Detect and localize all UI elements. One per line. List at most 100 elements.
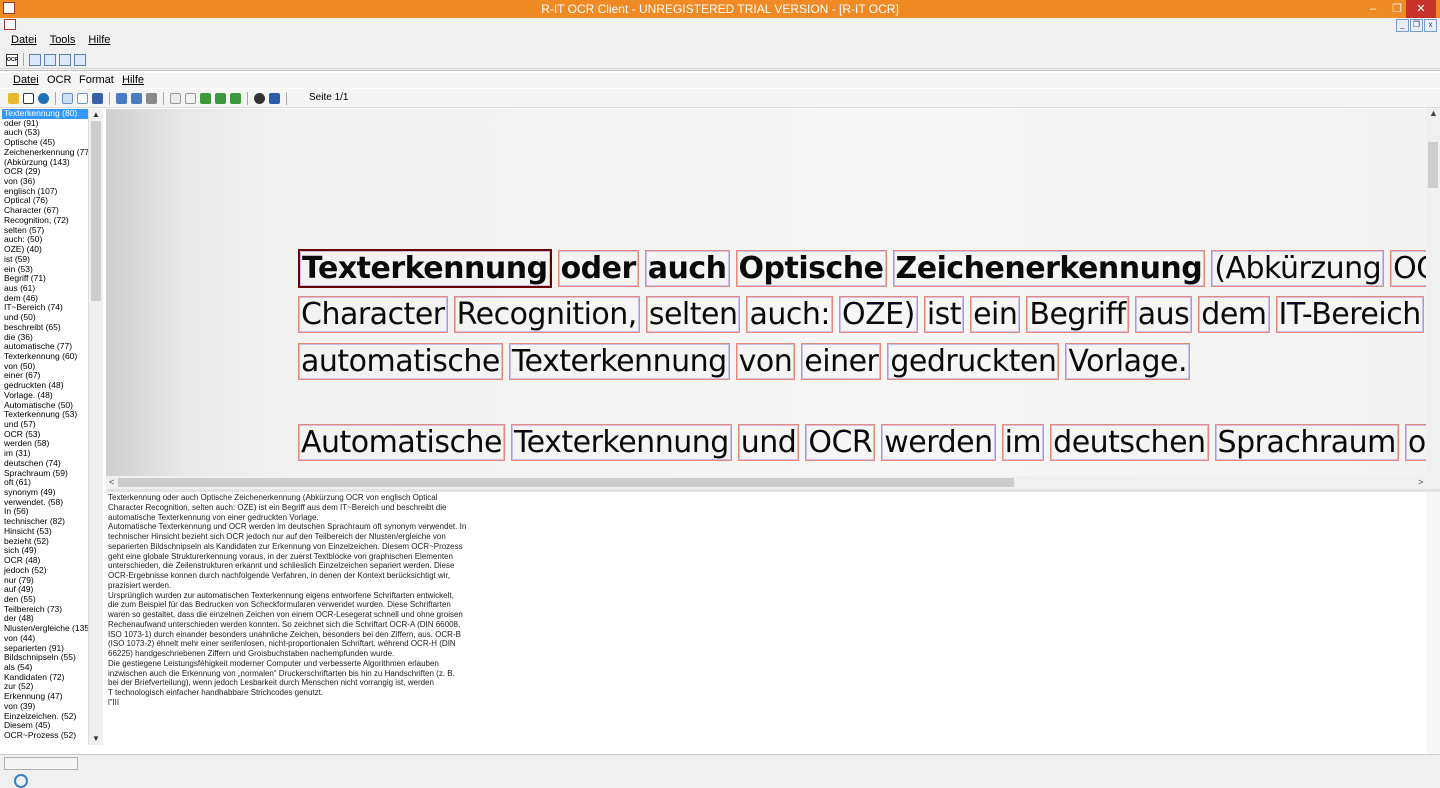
status-field: [4, 757, 78, 770]
recognized-word-box[interactable]: OZE): [839, 296, 918, 333]
recognized-word-box[interactable]: Zeichenerkennung: [892, 250, 1206, 287]
recognized-word-box[interactable]: Texterkennung: [508, 343, 730, 380]
recognized-word-box[interactable]: selten: [645, 296, 741, 333]
document-image-view[interactable]: Texterkennung oder auch Optische Zeichenerke…: [106, 109, 1426, 477]
recognized-word-box[interactable]: werden: [881, 424, 996, 461]
mdi-minimize-button[interactable]: _: [1396, 19, 1409, 32]
recognized-word-box[interactable]: ein: [970, 296, 1021, 333]
text-layout-icon[interactable]: [62, 93, 73, 104]
rotate-right-icon[interactable]: [131, 93, 142, 104]
window-title: R-IT OCR Client - UNREGISTERED TRIAL VER…: [541, 2, 899, 16]
scroll-up-arrow[interactable]: ▲: [1429, 108, 1438, 118]
help-icon[interactable]: [254, 93, 265, 104]
mdi-close-button[interactable]: x: [1424, 19, 1437, 32]
scroll-right-arrow[interactable]: >: [1418, 477, 1423, 487]
document-window-icon[interactable]: [4, 19, 16, 30]
recognized-word-box[interactable]: OCR: [1390, 250, 1426, 287]
scroll-up-arrow[interactable]: ▲: [89, 109, 103, 121]
word-list[interactable]: Texterkennung (80) oder (91) auch (53) Opti…: [2, 109, 88, 743]
title-bar: R-IT OCR Client - UNREGISTERED TRIAL VER…: [0, 0, 1440, 18]
globe-icon[interactable]: [38, 93, 49, 104]
doc-menu-hilfe[interactable]: Hilfe: [122, 74, 144, 86]
rotate-left-icon[interactable]: [116, 93, 127, 104]
page-view-icon[interactable]: [77, 93, 88, 104]
taskbar-strip: [0, 772, 1440, 788]
forward-icon[interactable]: [230, 93, 241, 104]
recognized-word-box[interactable]: Texterkennung: [510, 424, 732, 461]
toolbar-separator: [55, 92, 56, 105]
doc-menu-format[interactable]: Format: [79, 74, 114, 86]
image-horizontal-scrollbar[interactable]: < >: [106, 476, 1440, 489]
main-toolbar: OCR: [0, 51, 1440, 69]
recycle-icon[interactable]: [200, 93, 211, 104]
minimize-button[interactable]: –: [1360, 0, 1386, 18]
recognized-word-box[interactable]: und: [737, 424, 800, 461]
open-folder-icon[interactable]: [8, 93, 19, 104]
scroll-left-arrow[interactable]: <: [109, 477, 114, 487]
recognized-word-box[interactable]: OCR: [805, 424, 876, 461]
tile-horizontal-icon[interactable]: [44, 53, 56, 66]
document-text-line: Character Recognition, selten auch: OZE) ist e…: [298, 296, 1426, 333]
recognized-word-box[interactable]: Sprachraum: [1214, 424, 1399, 461]
menu-datei[interactable]: Datei: [11, 34, 37, 46]
status-bar: [0, 754, 1440, 771]
recognized-word-box[interactable]: aus: [1134, 296, 1193, 333]
document-text-line: Texterkennung oder auch Optische Zeichenerke…: [298, 249, 1426, 288]
close-button[interactable]: ✕: [1406, 0, 1436, 18]
recognized-word-box[interactable]: einer: [801, 343, 882, 380]
doc-menu-datei[interactable]: Datei: [13, 74, 39, 86]
back-icon[interactable]: [215, 93, 226, 104]
recognized-word-box[interactable]: im: [1001, 424, 1045, 461]
recognized-word-box[interactable]: Recognition,: [453, 296, 640, 333]
doc-menu-ocr[interactable]: OCR: [47, 74, 71, 86]
font-icon[interactable]: [92, 93, 103, 104]
recognized-word-box[interactable]: IT-Bereich: [1275, 296, 1424, 333]
wand-icon[interactable]: [146, 93, 157, 104]
recognized-word-box[interactable]: gedruckten: [887, 343, 1060, 380]
recognized-word-box[interactable]: oft: [1404, 424, 1426, 461]
tile-vertical-icon[interactable]: [29, 53, 41, 66]
recognized-word-box[interactable]: Vorlage.: [1065, 343, 1191, 380]
save-icon[interactable]: [269, 93, 280, 104]
ocr-scan-icon[interactable]: [23, 93, 34, 104]
recognized-word-box[interactable]: Automatische: [298, 424, 505, 461]
menu-tools[interactable]: Tools: [50, 34, 76, 46]
document-toolbar: Seite 1/1: [0, 89, 1440, 108]
taskbar-app-icon[interactable]: [14, 774, 28, 788]
recognized-word-box[interactable]: auch: [644, 250, 730, 287]
recognized-word-box[interactable]: Texterkennung: [298, 249, 552, 288]
copy-icon[interactable]: [185, 93, 196, 104]
scroll-thumb[interactable]: [118, 478, 1014, 487]
mdi-control-row: _ ❐ x: [0, 18, 1440, 32]
document-text-line: Automatische Texterkennung und OCR werden im d…: [298, 424, 1426, 461]
recognized-word-box[interactable]: auch:: [746, 296, 833, 333]
recognized-word-box[interactable]: dem: [1198, 296, 1270, 333]
toolbar-separator: [163, 92, 164, 105]
recognized-word-box[interactable]: Optische: [735, 250, 887, 287]
scroll-thumb[interactable]: [91, 121, 101, 301]
recognized-word-box[interactable]: automatische: [298, 343, 503, 380]
recognized-word-box[interactable]: deutschen: [1050, 424, 1209, 461]
document-menu-bar: Datei OCR Format Hilfe: [0, 73, 1440, 88]
ocr-icon[interactable]: OCR: [6, 53, 18, 66]
document-icon[interactable]: [170, 93, 181, 104]
recognized-word-box[interactable]: ist: [923, 296, 965, 333]
recognized-word-box[interactable]: oder: [557, 250, 639, 287]
recognized-word-box[interactable]: Begriff: [1026, 296, 1129, 333]
recognized-word-box[interactable]: Character: [298, 296, 448, 333]
recognized-word-box[interactable]: von: [735, 343, 796, 380]
scroll-down-arrow[interactable]: ▼: [89, 733, 103, 745]
menu-hilfe[interactable]: Hilfe: [88, 34, 110, 46]
mdi-window-buttons: _ ❐ x: [1396, 19, 1437, 32]
word-list-scrollbar[interactable]: ▲ ▼: [88, 109, 103, 745]
cascade-windows-icon[interactable]: [59, 53, 71, 66]
mdi-restore-button[interactable]: ❐: [1410, 19, 1423, 32]
recognized-word-box[interactable]: (Abkürzung: [1211, 250, 1385, 287]
recognized-text[interactable]: Texterkennung oder auch Optische Zeichen…: [106, 492, 1426, 709]
text-vertical-scrollbar[interactable]: [1426, 492, 1440, 756]
arrange-icons-icon[interactable]: [74, 53, 86, 66]
image-vertical-scrollbar[interactable]: ▲: [1426, 108, 1440, 476]
ocr-text-output[interactable]: Texterkennung oder auch Optische Zeichen…: [106, 492, 1426, 756]
scroll-thumb[interactable]: [1428, 142, 1438, 188]
word-list-item[interactable]: OCR~Prozess (52): [2, 730, 88, 741]
